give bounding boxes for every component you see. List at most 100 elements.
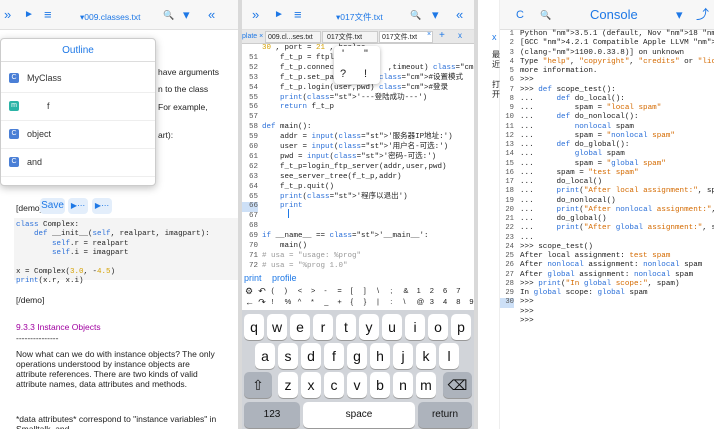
symbol-key[interactable]: \ bbox=[403, 297, 405, 306]
return-key[interactable]: return bbox=[418, 402, 472, 428]
menu-icon[interactable]: ▾ bbox=[183, 7, 190, 23]
symbol-key[interactable]: 7 bbox=[456, 286, 460, 295]
file-selector[interactable]: ▾017文件.txt bbox=[336, 9, 383, 25]
popup-key[interactable]: ' bbox=[342, 48, 344, 60]
tab-close-icon[interactable]: × bbox=[427, 31, 431, 38]
symbol-key[interactable]: @ bbox=[417, 297, 425, 306]
key-j[interactable]: j bbox=[393, 343, 413, 369]
refresh-icon[interactable]: C bbox=[516, 7, 524, 23]
symbol-key[interactable]: = bbox=[337, 286, 341, 295]
tab[interactable]: 017文件.txt bbox=[322, 31, 378, 43]
popup-key[interactable]: " bbox=[364, 48, 368, 60]
run-console-button[interactable]: ▶⋯ bbox=[92, 198, 112, 214]
run-button[interactable]: ▶⋯ bbox=[68, 198, 88, 214]
symbol-key[interactable]: 6 bbox=[443, 286, 447, 295]
key-e[interactable]: e bbox=[290, 314, 310, 340]
collapse-icon[interactable]: « bbox=[208, 7, 215, 23]
key-b[interactable]: b bbox=[370, 372, 390, 398]
key-i[interactable]: i bbox=[405, 314, 425, 340]
key-c[interactable]: c bbox=[324, 372, 344, 398]
collapse-icon[interactable]: « bbox=[456, 7, 463, 23]
key-o[interactable]: o bbox=[428, 314, 448, 340]
search-icon[interactable]: 🔍 bbox=[540, 7, 551, 23]
symbol-key[interactable]: ↷ bbox=[258, 297, 266, 308]
key-k[interactable]: k bbox=[416, 343, 436, 369]
menu-icon[interactable]: ▾ bbox=[432, 7, 439, 23]
outline-item[interactable]: Cobject bbox=[1, 121, 155, 149]
symbol-key[interactable]: \ bbox=[377, 286, 379, 295]
symbol-key[interactable]: - bbox=[324, 286, 327, 295]
symbol-key[interactable]: ( bbox=[271, 286, 274, 295]
symbol-key[interactable]: 8 bbox=[456, 297, 460, 306]
key-w[interactable]: w bbox=[267, 314, 287, 340]
key-p[interactable]: p bbox=[451, 314, 471, 340]
symbol-key[interactable]: 2 bbox=[430, 286, 434, 295]
play-icon[interactable]: ► bbox=[274, 7, 284, 23]
key-r[interactable]: r bbox=[313, 314, 333, 340]
space-key[interactable]: space bbox=[303, 402, 415, 428]
export-icon[interactable]: ⤴ bbox=[696, 7, 709, 23]
key-u[interactable]: u bbox=[382, 314, 402, 340]
symbol-key[interactable]: } bbox=[364, 297, 367, 306]
key-h[interactable]: h bbox=[370, 343, 390, 369]
key-n[interactable]: n bbox=[393, 372, 413, 398]
shift-key[interactable]: ⇧ bbox=[244, 372, 272, 398]
symbol-key[interactable]: & bbox=[403, 286, 408, 295]
symbol-key[interactable]: + bbox=[337, 297, 341, 306]
outline-item[interactable]: mf bbox=[1, 93, 155, 121]
symbol-key[interactable]: ↶ bbox=[258, 286, 266, 297]
key-f[interactable]: f bbox=[324, 343, 344, 369]
key-q[interactable]: q bbox=[244, 314, 264, 340]
key-d[interactable]: d bbox=[301, 343, 321, 369]
key-g[interactable]: g bbox=[347, 343, 367, 369]
search-icon[interactable]: 🔍 bbox=[163, 7, 174, 23]
console-output[interactable]: Python "nm">3.5.1 (default, Nov "nm">18 … bbox=[516, 30, 714, 429]
outline-item[interactable]: Cobject bbox=[1, 177, 155, 185]
key-z[interactable]: z bbox=[278, 372, 298, 398]
outline-icon[interactable]: ≡ bbox=[44, 7, 52, 23]
play-icon[interactable]: ► bbox=[24, 7, 34, 23]
symbol-key[interactable]: 4 bbox=[443, 297, 447, 306]
save-button[interactable]: Save bbox=[40, 198, 65, 214]
expand-icon[interactable]: » bbox=[252, 7, 259, 23]
key-v[interactable]: v bbox=[347, 372, 367, 398]
symbol-key[interactable]: ) bbox=[285, 286, 288, 295]
symbol-key[interactable]: { bbox=[351, 297, 354, 306]
symbol-key[interactable]: % bbox=[285, 297, 292, 306]
outline-item[interactable]: C MyClass bbox=[1, 65, 155, 93]
key-x[interactable]: x bbox=[301, 372, 321, 398]
symbol-key[interactable]: < bbox=[298, 286, 302, 295]
key-y[interactable]: y bbox=[359, 314, 379, 340]
symbol-key[interactable]: ^ bbox=[298, 297, 302, 306]
symbol-key[interactable]: : bbox=[390, 297, 392, 306]
symbol-key[interactable]: ← bbox=[245, 297, 254, 307]
key-l[interactable]: l bbox=[439, 343, 459, 369]
key-t[interactable]: t bbox=[336, 314, 356, 340]
numbers-key[interactable]: 123 bbox=[244, 402, 300, 428]
suggestion[interactable]: print bbox=[244, 273, 262, 283]
popup-key[interactable]: ? bbox=[340, 68, 346, 80]
file-selector[interactable]: ▾009.classes.txt bbox=[80, 9, 141, 25]
key-s[interactable]: s bbox=[278, 343, 298, 369]
backspace-key[interactable]: ⌫ bbox=[443, 372, 472, 398]
add-tab-button[interactable]: + bbox=[439, 30, 445, 41]
close-tab-button[interactable]: x bbox=[458, 31, 462, 40]
symbol-key[interactable]: ; bbox=[390, 286, 392, 295]
tab-active[interactable]: 017文件.txt bbox=[379, 31, 433, 43]
symbol-key[interactable]: | bbox=[377, 297, 379, 306]
symbol-key[interactable]: * bbox=[311, 297, 314, 306]
symbol-key[interactable]: ! bbox=[271, 297, 273, 306]
suggestion[interactable]: profile bbox=[272, 273, 297, 283]
menu-icon[interactable]: ▾ bbox=[676, 7, 683, 23]
symbol-key[interactable]: 3 bbox=[430, 297, 434, 306]
symbol-key[interactable]: 1 bbox=[417, 286, 421, 295]
outline-item[interactable]: Cand bbox=[1, 149, 155, 177]
symbol-key[interactable]: 9 bbox=[469, 297, 473, 306]
key-m[interactable]: m bbox=[416, 372, 436, 398]
tab[interactable]: plate × bbox=[242, 31, 264, 43]
symbol-key[interactable]: > bbox=[311, 286, 315, 295]
symbol-key[interactable]: _ bbox=[324, 297, 328, 306]
outline-icon[interactable]: ≡ bbox=[294, 7, 302, 23]
key-a[interactable]: a bbox=[255, 343, 275, 369]
expand-icon[interactable]: » bbox=[4, 7, 11, 23]
